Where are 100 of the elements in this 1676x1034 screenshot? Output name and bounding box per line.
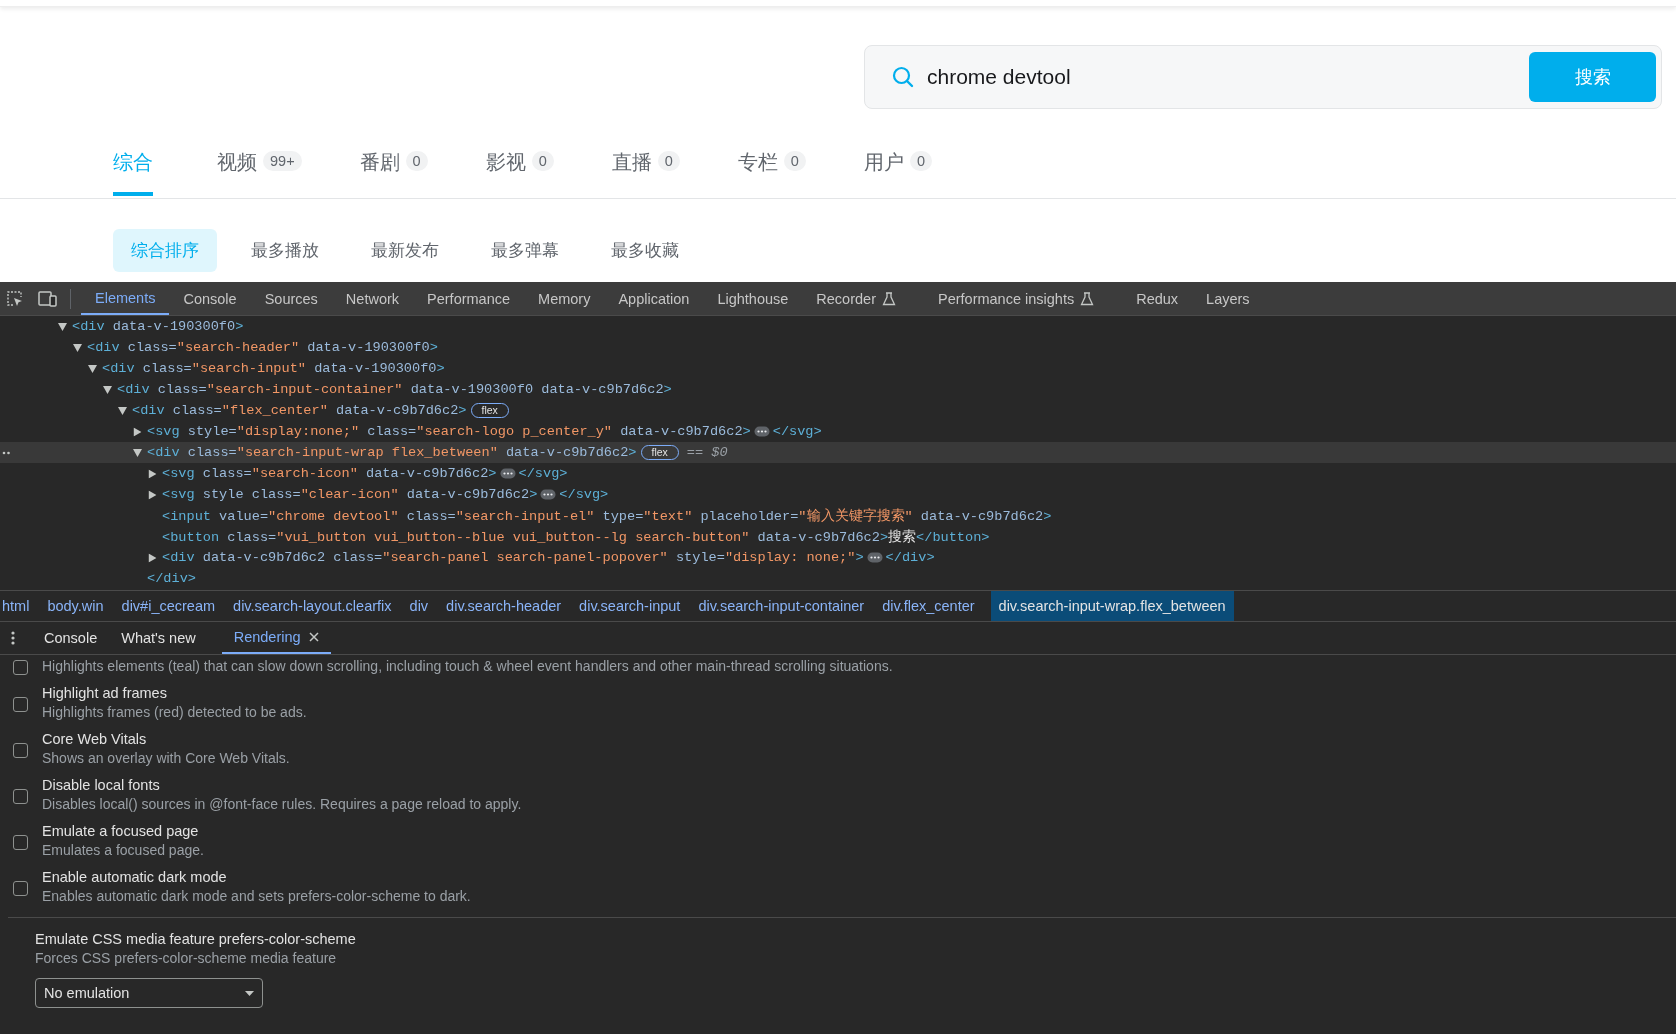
drawer-tab[interactable]: Rendering <box>221 622 331 654</box>
code-text: </div> <box>885 550 935 565</box>
tab-label: Recorder <box>816 290 876 307</box>
panel-tab[interactable]: Console <box>169 282 251 315</box>
option-description: Emulates a focused page. <box>42 841 204 860</box>
count-badge: 0 <box>405 151 428 171</box>
sort-option[interactable]: 最多播放 <box>233 229 337 272</box>
expand-arrow-icon[interactable] <box>148 490 157 499</box>
panel-tab[interactable]: Performance <box>413 282 525 315</box>
breadcrumb[interactable]: body.win <box>45 591 112 621</box>
close-icon[interactable] <box>308 632 319 642</box>
dropdown-value: No emulation <box>44 985 130 1001</box>
count-badge: 0 <box>531 151 554 171</box>
code-text: <div data-v-c9b7d6c2 class="search-panel search-panel-popover" style="display: none;"> <box>162 550 864 565</box>
option-title: Emulate a focused page <box>42 822 200 841</box>
option-title: Disable local fonts <box>42 776 161 795</box>
option-title: Emulate CSS media feature prefers-color-scheme <box>35 930 357 949</box>
category-tab[interactable]: 番剧 0 <box>359 149 428 193</box>
expand-arrow-icon[interactable] <box>103 385 112 394</box>
panel-tab[interactable]: Redux <box>1122 282 1193 315</box>
checkbox[interactable] <box>13 660 28 675</box>
expand-arrow-icon[interactable] <box>133 448 142 457</box>
breadcrumb[interactable]: div.search-header <box>444 591 570 621</box>
ellipsis-icon <box>2 449 11 456</box>
dropdown[interactable]: No emulation <box>35 978 263 1008</box>
checkbox[interactable] <box>13 697 28 712</box>
code-text: </svg> <box>772 424 822 439</box>
panel-tab[interactable]: Elements <box>81 282 170 315</box>
panel-tab[interactable]: Recorder <box>802 282 924 315</box>
count-badge: 0 <box>909 151 932 171</box>
code-text: <div class="search-input-container" data-v-190300f0 data-v-c9b7d6c2> <box>117 382 672 397</box>
inspect-icon[interactable] <box>6 289 24 308</box>
code-text: </svg> <box>559 487 609 502</box>
breadcrumb[interactable]: div#i_cecream <box>119 591 224 621</box>
option-description: Highlights frames (red) detected to be ads. <box>42 703 307 722</box>
count-badge: 0 <box>657 151 680 171</box>
expand-arrow-icon[interactable] <box>148 469 157 478</box>
option-title: Highlight ad frames <box>42 684 168 703</box>
category-tab[interactable]: 专栏 0 <box>737 149 806 193</box>
code-text: == $0 <box>685 445 728 460</box>
checkbox[interactable] <box>13 835 28 850</box>
code-text: <div class="search-input" data-v-190300f0> <box>102 361 445 376</box>
expand-arrow-icon[interactable] <box>118 406 127 415</box>
code-text: <input value="chrome devtool" class="search-input-el" type="text" placeholder="输入关键字搜索" data-v-c9b7d6c2> <box>162 507 1052 525</box>
search-field[interactable]: chrome devtool 搜索 <box>864 45 1662 109</box>
code-text: </svg> <box>518 466 568 481</box>
code-text: <div data-v-190300f0> <box>72 319 244 334</box>
panel-tab[interactable]: Application <box>604 282 704 315</box>
panel-tab[interactable]: Sources <box>250 282 332 315</box>
option-description: Forces CSS prefers-color-scheme media feature <box>35 949 338 968</box>
breadcrumb[interactable]: div.search-layout.clearfix <box>231 591 400 621</box>
expand-arrow-icon[interactable] <box>148 553 157 562</box>
category-tab[interactable]: 视频 99+ <box>217 149 302 193</box>
ellipsis-icon <box>499 468 516 479</box>
expand-arrow-icon[interactable] <box>133 427 142 436</box>
panel-tab[interactable]: Network <box>331 282 414 315</box>
code-text: <svg style="display:none;" class="search-logo p_center_y" data-v-c9b7d6c2> <box>147 424 751 439</box>
breadcrumb[interactable]: div <box>407 591 437 621</box>
category-tab[interactable]: 影视 0 <box>485 149 554 193</box>
ellipsis-icon <box>540 489 557 500</box>
code-text: <div class="search-input-wrap flex_between" data-v-c9b7d6c2> <box>147 445 637 460</box>
code-text: <svg class="search-icon" data-v-c9b7d6c2> <box>162 466 497 481</box>
panel-tab[interactable]: Memory <box>524 282 605 315</box>
sort-option[interactable]: 最新发布 <box>353 229 457 272</box>
breadcrumb[interactable]: html <box>0 591 38 621</box>
code-text: <div class="flex_center" data-v-c9b7d6c2> <box>132 403 467 418</box>
sort-option[interactable]: 最多收藏 <box>593 229 697 272</box>
tab-label: 影视 <box>485 150 526 175</box>
checkbox[interactable] <box>13 881 28 896</box>
ellipsis-icon <box>753 426 770 437</box>
category-tab[interactable]: 用户 0 <box>863 149 932 193</box>
category-tab[interactable]: 直播 0 <box>611 149 680 193</box>
panel-tab[interactable]: Lighthouse <box>703 282 803 315</box>
tab-label: 用户 <box>863 150 904 175</box>
drawer-tab[interactable]: Console <box>32 622 110 654</box>
tab-label: Rendering <box>233 629 301 645</box>
breadcrumb[interactable]: div.flex_center <box>880 591 983 621</box>
code-text: <button class="vui_button vui_button--blue vui_button--lg search-button" data-v-c9b7d6c2>搜索</button> <box>162 528 990 546</box>
menu-icon[interactable] <box>10 630 16 646</box>
breadcrumb[interactable]: div.search-input-wrap.flex_between <box>990 591 1234 621</box>
expand-arrow-icon[interactable] <box>58 322 67 331</box>
checkbox[interactable] <box>13 789 28 804</box>
code-text: </div> <box>147 571 196 586</box>
flask-icon <box>1080 291 1095 306</box>
code-text: <div class="search-header" data-v-190300f0> <box>87 340 438 355</box>
panel-tab[interactable]: Layers <box>1192 282 1264 315</box>
expand-arrow-icon[interactable] <box>88 364 97 373</box>
ellipsis-icon <box>866 552 883 563</box>
panel-tab[interactable]: Performance insights <box>923 282 1123 315</box>
sort-option[interactable]: 最多弹幕 <box>473 229 577 272</box>
option-description: Highlights elements (teal) that can slow down scrolling, including touch & wheel event handlers and other main-thread scrolling situations. <box>42 657 893 676</box>
tab-label: 专栏 <box>737 150 778 175</box>
breadcrumb[interactable]: div.search-input-container <box>696 591 873 621</box>
option-title: Core Web Vitals <box>42 730 148 749</box>
drawer-tab[interactable]: What's new <box>109 622 208 654</box>
breadcrumb[interactable]: div.search-input <box>577 591 689 621</box>
checkbox[interactable] <box>13 743 28 758</box>
code-text: <svg style class="clear-icon" data-v-c9b7d6c2> <box>162 487 538 502</box>
expand-arrow-icon[interactable] <box>73 343 82 352</box>
device-toggle-icon[interactable] <box>38 289 58 308</box>
